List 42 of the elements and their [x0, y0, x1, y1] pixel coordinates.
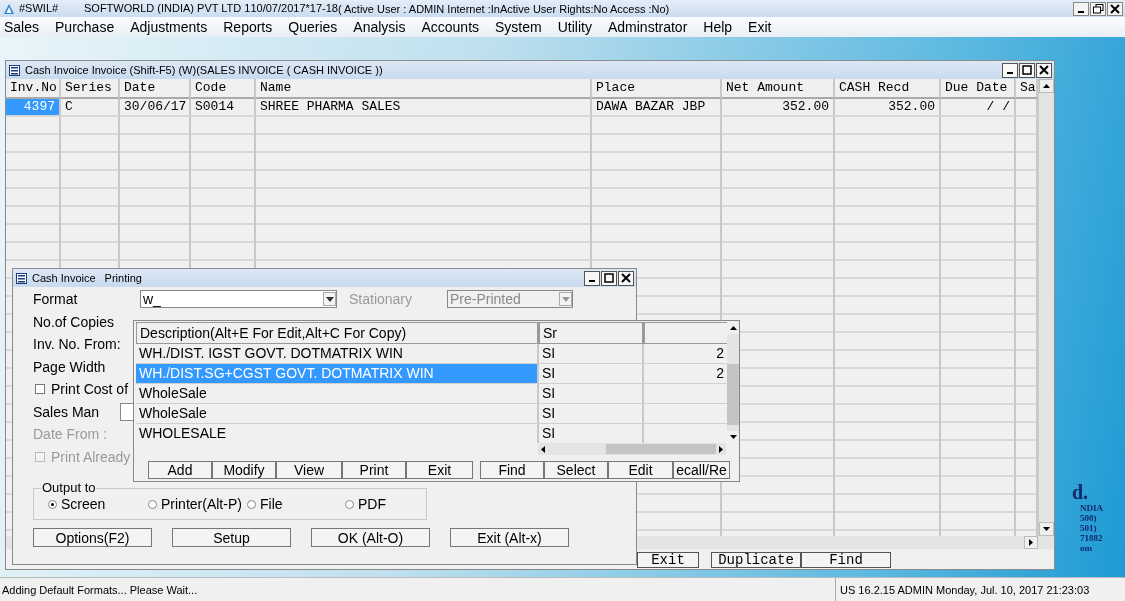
table-cell: SI	[539, 344, 644, 364]
table-cell: DAWA BAZAR JBP	[592, 99, 722, 117]
wallpaper-text: NDIA	[1080, 503, 1103, 513]
table-cell: 352.00	[722, 99, 835, 117]
table-cell: 4397	[6, 99, 61, 117]
app-name: #SWIL#	[19, 2, 60, 15]
checkbox-label: Print Already	[51, 448, 131, 465]
field-label: Inv. No. From:	[33, 336, 122, 353]
field-label: Sales Man	[33, 403, 101, 420]
status-info: US 16.2.15 ADMIN Monday, Jul. 10, 2017 21:23:03	[835, 578, 1125, 601]
radio-label: PDF	[358, 496, 386, 512]
table-cell: SHREE PHARMA SALES	[256, 99, 592, 117]
session-info: ( Active User : ADMIN Internet :InActive User Rights:No Access :No)	[337, 2, 670, 15]
window-title: Cash Invoice	[32, 272, 96, 284]
window-subtitle: Printing	[104, 272, 142, 284]
field-label: No.of Copies	[33, 313, 115, 330]
checkbox-label: Print Cost of	[51, 381, 129, 398]
table-cell: S0014	[191, 99, 256, 117]
field-label: Date From :	[33, 426, 108, 443]
wallpaper-text: 501)	[1080, 523, 1097, 533]
status-message: Adding Default Formats... Please Wait...	[1, 584, 199, 596]
wallpaper-text: om	[1080, 543, 1092, 553]
company-name: SOFTWORLD (INDIA) PVT LTD 1	[84, 2, 251, 15]
field-label: Stationary	[349, 291, 414, 308]
group-label: Output to	[41, 480, 97, 495]
radio-label: Screen	[61, 496, 106, 512]
table-cell: / /	[941, 99, 1016, 117]
table-cell: SI	[539, 404, 644, 424]
window-title: Cash Invoice Invoice (Shift-F5) (W)(SALES INVOICE ( CASH INVOICE ))	[25, 64, 383, 76]
table-cell: SI	[539, 364, 644, 384]
radio-label: File	[260, 496, 283, 512]
table-cell: 352.00	[835, 99, 941, 117]
table-cell: 30/06/17	[120, 99, 191, 117]
table-cell: SI	[539, 384, 644, 404]
field-label: Page Width	[33, 358, 107, 375]
field-label: Format	[33, 291, 79, 308]
table-cell: C	[61, 99, 120, 117]
wallpaper-text: 71882	[1080, 533, 1103, 543]
radio-label: Printer(Alt-P)	[161, 496, 242, 512]
financial-year: 10/07/2017*17-18	[250, 2, 338, 14]
wallpaper-text: d.	[1072, 481, 1089, 503]
wallpaper-text: 500)	[1080, 513, 1097, 523]
